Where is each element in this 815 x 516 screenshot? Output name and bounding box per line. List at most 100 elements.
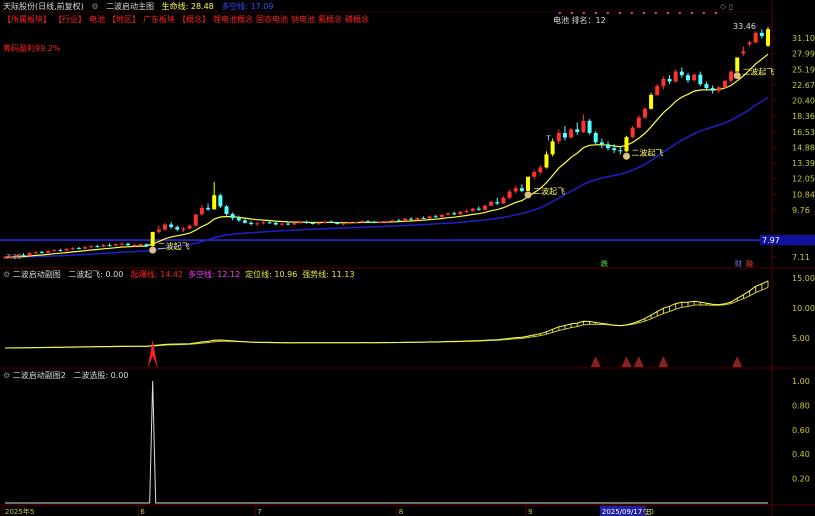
candle-body xyxy=(199,207,204,215)
candle-body xyxy=(156,229,161,232)
sub1-header: ⚙ 二波启动副图 二波起飞: 0.00 起爆线: 14.42 多空线: 12.12… xyxy=(3,270,359,280)
life-line-label: 生命线: xyxy=(161,2,189,11)
start-price-label: 7.10 xyxy=(6,253,22,261)
sector-tag[interactable]: 广东板块 xyxy=(143,15,175,25)
candle-body xyxy=(630,127,635,138)
candle-body xyxy=(482,205,487,210)
y-tick-label: 14.88 xyxy=(792,143,815,152)
candle-body xyxy=(286,223,291,225)
sector-tag[interactable]: 电池 xyxy=(89,15,105,25)
sub1-title[interactable]: 二波启动副图 xyxy=(13,270,61,280)
candle-body xyxy=(138,244,143,246)
y-tick-label: 9.76 xyxy=(792,206,810,215)
sector-tag[interactable]: 磷概念 xyxy=(345,15,369,25)
y-tick-label: 25.19 xyxy=(792,65,815,74)
candle-body xyxy=(353,222,358,224)
candle-body xyxy=(741,51,746,54)
candle-body xyxy=(513,188,518,192)
candle-body xyxy=(384,221,389,223)
candle-body xyxy=(132,244,137,246)
sector-tag[interactable]: 【概念】 xyxy=(178,15,210,25)
candle-body xyxy=(661,78,666,87)
candle-body xyxy=(119,243,124,245)
sector-tag[interactable]: 氟概念 xyxy=(318,15,342,25)
event-dot xyxy=(594,12,597,14)
sub2-header: ⚙ 二波启动副图2 二波选股: 0.00 xyxy=(3,371,128,381)
candle-body xyxy=(476,208,481,210)
candle-body xyxy=(716,87,721,91)
candle-body xyxy=(587,120,592,133)
event-dot xyxy=(618,12,621,14)
sub1-indicator-value: 起爆线: 14.42 xyxy=(130,270,184,279)
indicator-name[interactable]: 二波启动主图 xyxy=(106,2,154,12)
fall-badge[interactable]: 跌 xyxy=(601,259,608,269)
candle-body xyxy=(704,84,709,89)
settings-gear-icon[interactable]: ⚙ xyxy=(3,270,10,279)
sub1-triangle-marker xyxy=(658,356,669,367)
sector-tag[interactable]: 【地区】 xyxy=(108,15,140,25)
settings-gear-icon[interactable]: ⚙ xyxy=(3,371,10,380)
y-tick-label: 20.40 xyxy=(792,97,815,106)
event-dot xyxy=(582,12,585,14)
candle-body xyxy=(544,154,549,168)
x-tick-label: 2025年5 xyxy=(5,507,34,516)
candle-body xyxy=(556,132,561,142)
candle-body xyxy=(501,197,506,204)
candle-body xyxy=(230,213,235,218)
candle-body xyxy=(747,42,752,45)
sub1-tick-label: 15.00 xyxy=(792,274,815,283)
candle-body xyxy=(673,71,678,82)
sub2-pick-line xyxy=(5,380,768,504)
candle-body xyxy=(624,137,629,152)
candle-body xyxy=(729,71,734,81)
sub2-pick-value: 二波选股: 0.00 xyxy=(73,371,129,380)
x-tick-label: 7 xyxy=(257,508,261,516)
candle-body xyxy=(692,74,697,81)
candle-body xyxy=(562,132,567,138)
candle-body xyxy=(242,220,247,223)
signal-coin-icon xyxy=(524,191,532,199)
sub1-indicator-value: 多空线: 12.12 xyxy=(188,270,241,279)
candle-body xyxy=(366,221,371,223)
candle-body xyxy=(735,57,740,72)
candle-body xyxy=(606,144,611,149)
event-dot xyxy=(714,12,717,14)
candle-body xyxy=(46,251,51,253)
candle-body xyxy=(27,253,32,256)
sector-tag[interactable]: 钠电池 xyxy=(291,15,315,25)
sector-tag[interactable]: 【行业】 xyxy=(54,15,86,25)
sector-tag[interactable]: 【所属板块】 xyxy=(3,15,51,25)
margin-badge[interactable]: 融 xyxy=(746,259,753,269)
finance-badge[interactable]: 财 xyxy=(735,259,742,269)
sub2-tick-label: 1.00 xyxy=(792,377,810,386)
sub2-tick-label: 0.60 xyxy=(792,426,810,435)
toolbar-icons[interactable]: ◇ ▯ xyxy=(720,2,733,12)
sector-tag[interactable]: 固态电池 xyxy=(256,15,288,25)
y-tick-label: 22.67 xyxy=(792,81,815,90)
sub1-spike-arrow xyxy=(147,340,158,368)
candle-body xyxy=(722,80,727,88)
candle-body xyxy=(335,222,340,225)
candle-body xyxy=(433,216,438,218)
candle-body xyxy=(569,129,574,138)
event-dot xyxy=(702,12,705,14)
event-dot xyxy=(678,12,681,14)
candle-body xyxy=(686,75,691,81)
candle-body xyxy=(255,223,260,225)
candle-body xyxy=(593,132,598,143)
long-ma-line xyxy=(5,96,769,258)
candle-body xyxy=(655,86,660,95)
sub2-tick-label: 0.20 xyxy=(792,475,810,484)
sub2-title[interactable]: 二波启动副图2 xyxy=(13,371,66,381)
stock-chart[interactable]: 31.10 27.99 25.19 22.67 20.40 18.36 16.53 14.88… xyxy=(0,0,815,516)
sub1-indicator-value: 定位线: 10.96 xyxy=(245,270,298,279)
sub1-fast-line xyxy=(4,280,769,349)
sector-tag[interactable]: 锂电池概念 xyxy=(213,15,253,25)
bull-line-label: 多空线: xyxy=(221,2,249,11)
t-marker: T xyxy=(545,134,551,142)
y-tick-label: 16.53 xyxy=(792,128,815,137)
candle-body xyxy=(489,201,494,206)
candle-body xyxy=(526,176,531,191)
y-tick-label: 10.84 xyxy=(792,190,815,199)
settings-gear-icon[interactable]: ⚙ xyxy=(91,2,98,12)
